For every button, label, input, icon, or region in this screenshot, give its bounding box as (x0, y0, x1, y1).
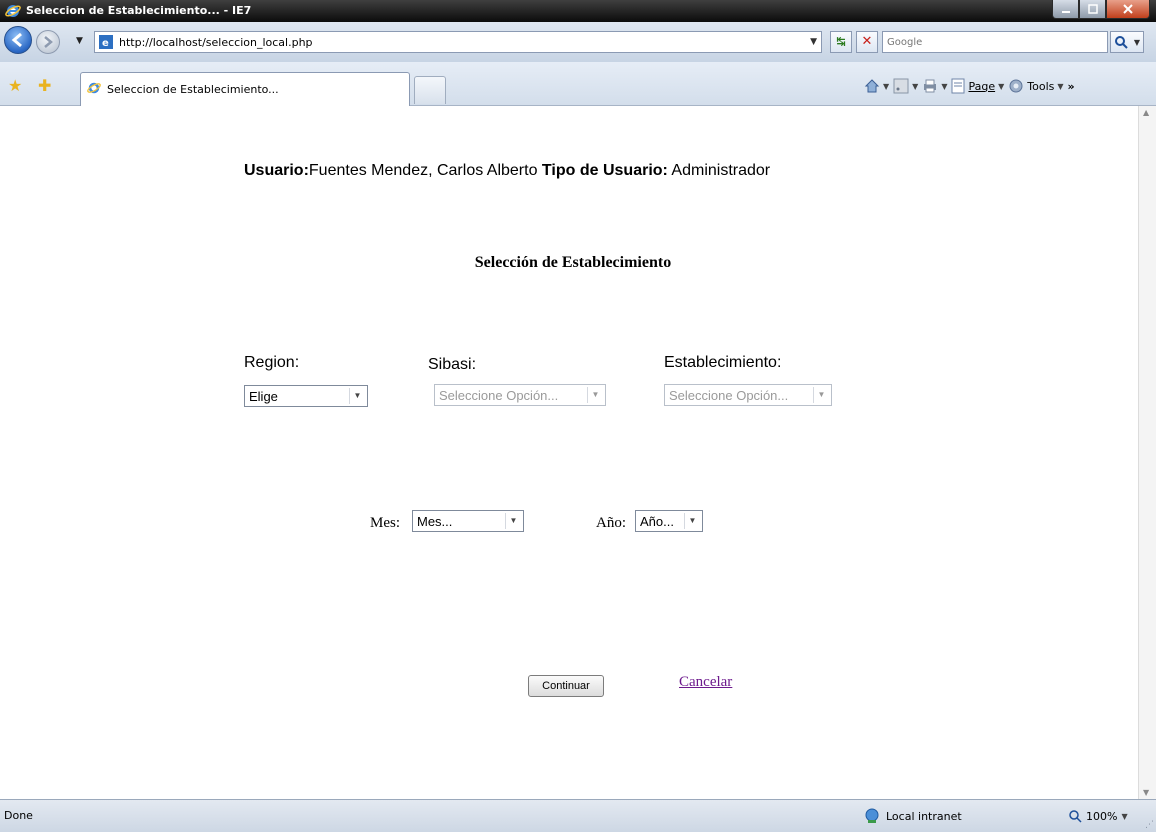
minimize-icon (1061, 11, 1070, 13)
tools-menu-label: Tools (1027, 79, 1055, 93)
status-text: Done (4, 809, 33, 822)
tools-menu[interactable]: Tools ▼ (1008, 78, 1064, 94)
tab-label: Seleccion de Establecimiento... (107, 83, 279, 96)
zone-label: Local intranet (886, 809, 962, 823)
security-zone[interactable]: Local intranet (864, 808, 962, 824)
feeds-dropdown-icon[interactable]: ▼ (912, 82, 918, 91)
anio-select[interactable]: Año... ▼ (635, 510, 703, 532)
favorites-star-icon[interactable]: ★ (8, 76, 22, 95)
chevron-down-icon: ▼ (349, 388, 365, 404)
intranet-globe-icon (865, 808, 879, 823)
establecimiento-select[interactable]: Seleccione Opción... ▼ (664, 384, 832, 406)
continuar-button[interactable]: Continuar (528, 675, 604, 697)
page-favicon-icon: e (99, 35, 113, 49)
minimize-button[interactable] (1052, 0, 1079, 19)
forward-button[interactable] (36, 30, 60, 54)
zoom-dropdown-icon[interactable]: ▼ (1121, 812, 1127, 821)
region-select-value: Elige (249, 389, 278, 404)
refresh-button[interactable]: ↹ (830, 31, 852, 53)
address-bar: ▼ e http://localhost/seleccion_local.php… (0, 22, 1156, 62)
refresh-icon: ↹ (836, 35, 846, 48)
forward-arrow-icon (44, 36, 53, 48)
chevron-down-icon: ▼ (587, 387, 603, 403)
close-icon (1123, 4, 1133, 14)
title-bar: Seleccion de Establecimiento... - IE7 (0, 0, 1156, 22)
region-label: Region: (244, 354, 300, 371)
tab-ie-icon (87, 82, 101, 94)
print-dropdown-icon[interactable]: ▼ (941, 82, 947, 91)
add-favorites-icon[interactable]: ✚ (38, 76, 51, 95)
svg-text:e: e (102, 38, 109, 49)
home-dropdown-icon[interactable]: ▼ (883, 82, 889, 91)
printer-icon (924, 79, 937, 93)
history-dropdown-icon[interactable]: ▼ (76, 36, 83, 46)
establecimiento-select-value: Seleccione Opción... (669, 388, 789, 403)
scroll-down-icon[interactable]: ▼ (1143, 788, 1149, 797)
user-info: Usuario:Fuentes Mendez, Carlos Alberto T… (244, 162, 770, 180)
zoom-level: 100% (1086, 809, 1118, 823)
page-menu-label: Page (968, 79, 996, 93)
page-content: Usuario:Fuentes Mendez, Carlos Alberto T… (8, 106, 1138, 799)
sibasi-label: Sibasi: (428, 356, 477, 373)
page-icon (951, 78, 965, 94)
search-input[interactable] (887, 33, 1087, 51)
new-tab-button[interactable] (414, 76, 446, 104)
status-bar: Done Local intranet 100% ▼ ⋰ (0, 799, 1156, 832)
user-label: Usuario: (244, 162, 309, 179)
sibasi-select[interactable]: Seleccione Opción... ▼ (434, 384, 606, 406)
command-bar: ▼ ▼ ▼ Page ▼ Tools ▼ » (864, 78, 1075, 94)
page-title: Selección de Establecimiento (474, 254, 672, 271)
cancelar-link[interactable]: Cancelar (679, 674, 732, 691)
page-menu[interactable]: Page ▼ (951, 78, 1004, 94)
ie-logo-icon (5, 5, 21, 17)
close-button[interactable] (1106, 0, 1150, 19)
resize-grip-icon[interactable]: ⋰ (1145, 820, 1154, 830)
back-button[interactable] (4, 26, 32, 54)
scroll-up-icon[interactable]: ▲ (1143, 108, 1149, 117)
page-dropdown-icon: ▼ (998, 81, 1005, 91)
home-icon (864, 79, 880, 93)
mes-select[interactable]: Mes... ▼ (412, 510, 524, 532)
vertical-scrollbar[interactable]: ▲ ▼ (1138, 106, 1156, 799)
sibasi-select-value: Seleccione Opción... (439, 388, 559, 403)
mes-label: Mes: (370, 515, 400, 531)
region-select[interactable]: Elige ▼ (244, 385, 368, 407)
chevron-down-icon: ▼ (505, 513, 521, 529)
window-controls (1052, 0, 1150, 20)
home-button[interactable]: ▼ (864, 78, 889, 94)
maximize-icon (1087, 4, 1098, 14)
tab-bar: ★ ✚ Seleccion de Establecimiento... ▼ ▼ … (0, 62, 1156, 106)
mes-select-value: Mes... (417, 514, 453, 529)
tools-dropdown-icon: ▼ (1057, 81, 1064, 91)
chevron-down-icon: ▼ (813, 387, 829, 403)
tab-seleccion[interactable]: Seleccion de Establecimiento... (80, 72, 410, 106)
anio-select-value: Año... (640, 514, 674, 529)
user-name: Fuentes Mendez, Carlos Alberto (308, 162, 538, 179)
anio-label: Año: (596, 515, 626, 531)
chevron-down-icon: ▼ (684, 513, 700, 529)
search-button[interactable]: ▼ (1110, 31, 1144, 53)
user-type-value: Administrador (671, 162, 771, 179)
maximize-button[interactable] (1079, 0, 1106, 19)
url-field[interactable]: e http://localhost/seleccion_local.php ▼ (94, 31, 822, 53)
print-button[interactable]: ▼ (922, 78, 947, 94)
user-type-label: Tipo de Usuario: (541, 162, 668, 179)
zoom-magnifier-icon (1069, 810, 1082, 823)
back-arrow-icon (11, 32, 22, 48)
stop-icon: ✕ (861, 34, 873, 49)
rss-feed-icon (893, 78, 909, 94)
gear-icon (1009, 79, 1023, 93)
stop-button[interactable]: ✕ (856, 31, 878, 53)
url-dropdown-icon[interactable]: ▼ (810, 37, 817, 47)
zoom-control[interactable]: 100% ▼ (1068, 809, 1128, 823)
search-box[interactable] (882, 31, 1108, 53)
search-icon (1114, 36, 1128, 49)
establecimiento-label: Establecimiento: (664, 354, 782, 371)
chevron-more-icon[interactable]: » (1068, 80, 1075, 93)
feeds-button[interactable]: ▼ (893, 78, 918, 94)
search-options-icon[interactable]: ▼ (1134, 38, 1140, 47)
url-text: http://localhost/seleccion_local.php (119, 36, 313, 49)
window-title: Seleccion de Establecimiento... - IE7 (26, 4, 252, 17)
